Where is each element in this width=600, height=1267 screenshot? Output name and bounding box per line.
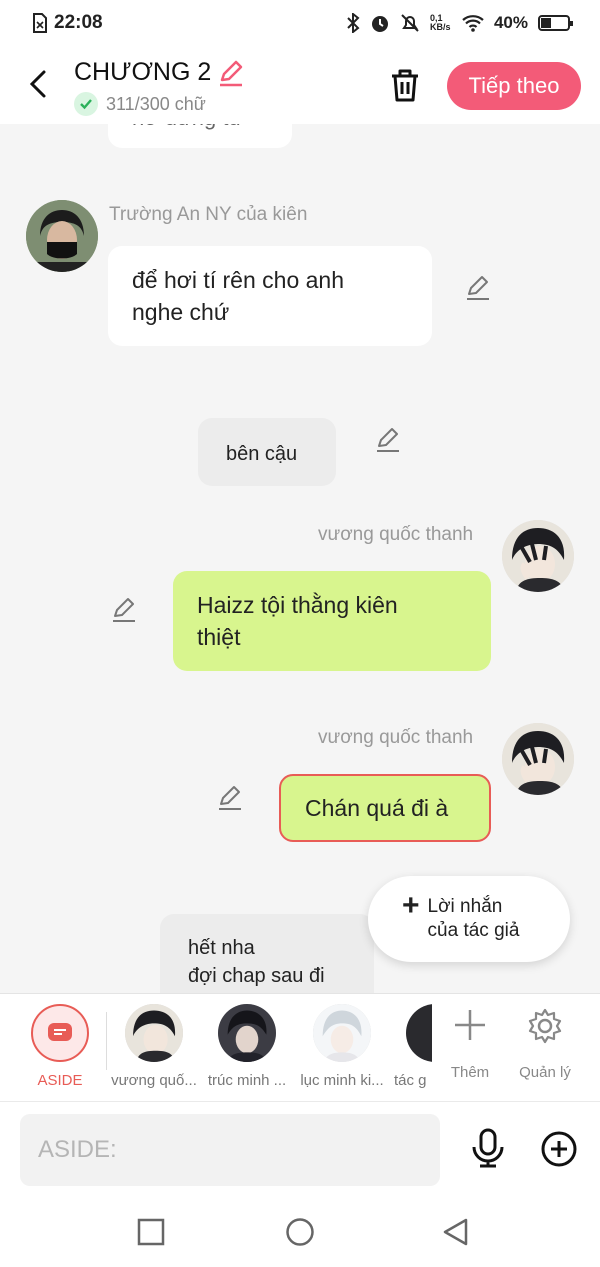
word-count: 311/300 chữ <box>74 92 206 116</box>
character-avatar <box>125 1004 183 1062</box>
sender-name: Trường An NY của kiên <box>109 204 308 225</box>
character-aside[interactable]: ASIDE <box>12 1004 108 1089</box>
character-label: vương quố... <box>111 1072 197 1089</box>
top-app-bar: CHƯƠNG 2 311/300 chữ Tiếp theo <box>0 46 600 124</box>
manage-button[interactable]: Quản lý <box>513 1008 577 1081</box>
battery-icon <box>538 15 573 31</box>
home-icon[interactable] <box>285 1217 315 1247</box>
microphone-icon[interactable] <box>470 1128 506 1168</box>
sender-name: vương quốc thanh <box>318 524 474 545</box>
bluetooth-icon <box>347 13 360 33</box>
author-note-button[interactable]: + Lời nhắn của tác giả <box>368 876 570 962</box>
character-label: trúc minh ... <box>207 1072 287 1089</box>
character-avatar <box>406 1004 432 1062</box>
aside-bubble[interactable]: hết nha đợi chap sau đi <box>160 914 374 993</box>
message-bubble-selected[interactable]: Chán quá đi à <box>279 774 491 842</box>
character-avatar <box>218 1004 276 1062</box>
battery-percent: 40% <box>493 13 528 32</box>
character-picker: ASIDE vương quố... trúc minh ... lục min… <box>0 993 600 1101</box>
chapter-title[interactable]: CHƯƠNG 2 <box>74 58 245 87</box>
status-bar: 22:08 0,1 KB/s 40% <box>0 0 600 46</box>
character-label: tác g <box>394 1072 427 1089</box>
sender-name: vương quốc thanh <box>318 727 474 748</box>
character-luc-minh-kien[interactable]: lục minh ki... <box>294 1004 390 1089</box>
trash-icon[interactable] <box>388 66 422 104</box>
message-bubble-partial[interactable]: hơ đừng từ <box>108 124 292 148</box>
author-note-label: Lời nhắn của tác giả <box>427 896 520 941</box>
composer <box>0 1101 600 1193</box>
edit-message-icon[interactable] <box>216 784 244 812</box>
avatar-vuong-quoc-thanh[interactable] <box>502 723 574 795</box>
manage-label: Quản lý <box>519 1064 571 1081</box>
status-time: 22:08 <box>54 12 103 33</box>
gear-icon <box>528 1008 562 1044</box>
character-avatar <box>313 1004 371 1062</box>
add-circle-icon[interactable] <box>540 1130 578 1168</box>
aside-bubble[interactable]: bên cậu <box>198 418 336 486</box>
edit-message-icon[interactable] <box>374 426 402 454</box>
plus-icon: + <box>402 889 420 922</box>
aside-icon <box>31 1004 89 1062</box>
character-tac-gia[interactable]: tác g <box>388 1004 432 1089</box>
character-vuong-quoc-thanh[interactable]: vương quố... <box>106 1004 202 1089</box>
mute-bell-icon <box>401 14 419 32</box>
next-button[interactable]: Tiếp theo <box>447 62 581 110</box>
wifi-icon <box>462 15 484 32</box>
plus-icon <box>455 1010 485 1040</box>
chat-area[interactable]: hơ đừng từ Trường An NY của kiên để hơi … <box>0 124 600 993</box>
edit-title-icon[interactable] <box>217 59 245 87</box>
message-bubble[interactable]: Haizz tội thằng kiên thiệt <box>173 571 491 671</box>
character-truc-minh[interactable]: trúc minh ... <box>199 1004 295 1089</box>
avatar-truong-an[interactable] <box>26 200 98 272</box>
sim-icon <box>33 13 47 33</box>
add-character-button[interactable]: Thêm <box>438 1008 502 1081</box>
message-input[interactable] <box>20 1114 440 1186</box>
character-label: lục minh ki... <box>300 1072 384 1089</box>
back-nav-icon[interactable] <box>440 1217 470 1247</box>
check-icon <box>74 92 98 116</box>
net-speed: 0,1 KB/s <box>429 13 451 32</box>
edit-message-icon[interactable] <box>464 274 492 302</box>
avatar-vuong-quoc-thanh[interactable] <box>502 520 574 592</box>
back-arrow-icon[interactable] <box>24 66 54 102</box>
add-label: Thêm <box>450 1064 490 1081</box>
character-label: ASIDE <box>37 1072 83 1089</box>
word-count-text: 311/300 chữ <box>106 93 206 114</box>
chapter-title-text: CHƯƠNG 2 <box>74 58 212 86</box>
system-nav-bar <box>0 1193 600 1267</box>
edit-message-icon[interactable] <box>110 596 138 624</box>
recents-icon[interactable] <box>136 1217 166 1247</box>
message-bubble[interactable]: để hơi tí rên cho anh nghe chứ <box>108 246 432 346</box>
alarm-icon <box>371 16 388 32</box>
